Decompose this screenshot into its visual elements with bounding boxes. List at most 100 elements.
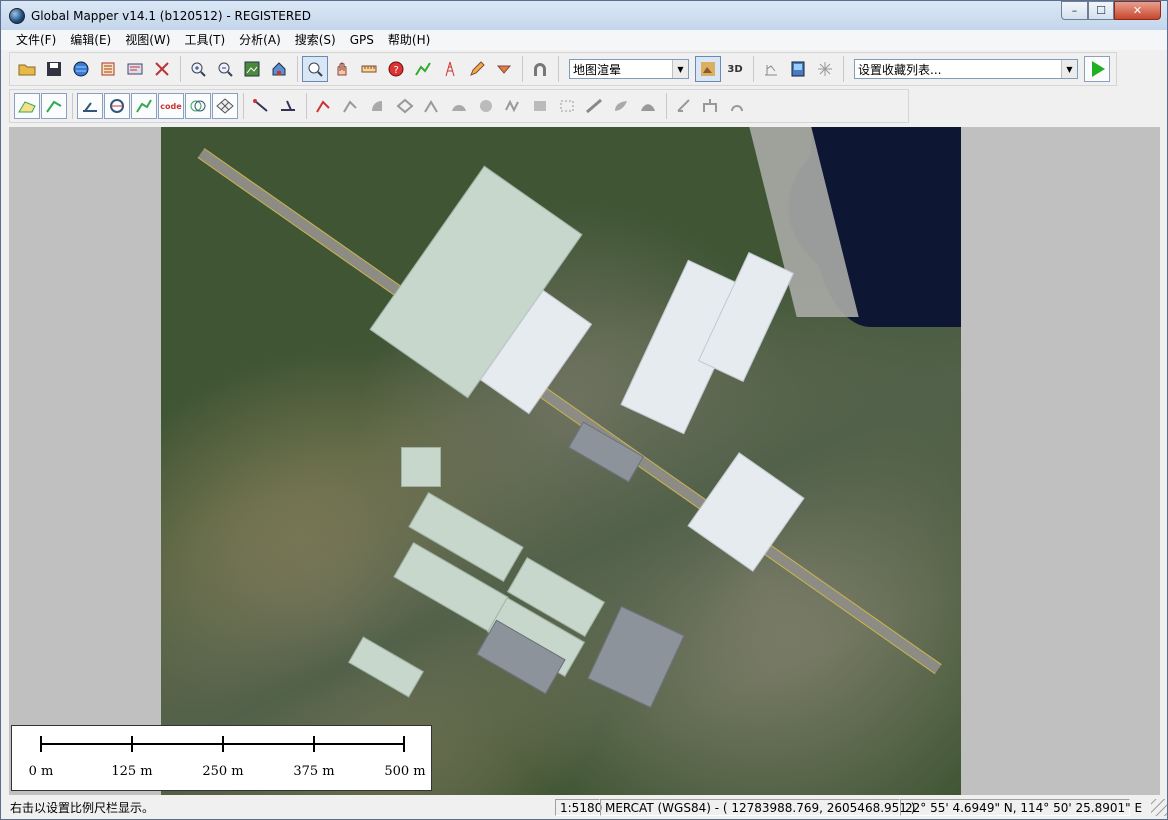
disabled-tool-d-icon[interactable]: [392, 93, 418, 119]
buffer-icon[interactable]: [185, 93, 211, 119]
network-icon[interactable]: [812, 56, 838, 82]
save-disk-icon[interactable]: [41, 56, 67, 82]
title-bar[interactable]: Global Mapper v14.1 (b120512) - REGISTER…: [1, 1, 1167, 30]
status-projection: MERCAT (WGS84) - ( 12783988.769, 2605468…: [600, 799, 915, 816]
minimize-button[interactable]: –: [1061, 1, 1088, 20]
disabled-tool-k-icon[interactable]: [581, 93, 607, 119]
play-icon: [1092, 61, 1105, 77]
toolbar-separator: [180, 56, 181, 82]
disabled-tool-a-icon[interactable]: [311, 93, 337, 119]
scale-label: 250 m: [202, 764, 244, 779]
chevron-down-icon[interactable]: ▼: [672, 60, 688, 78]
disabled-tool-m-icon[interactable]: [635, 93, 661, 119]
scale-tick: [131, 736, 133, 752]
scale-tick: [313, 736, 315, 752]
toolbar-separator: [666, 93, 667, 119]
run-favorite-button[interactable]: [1084, 56, 1110, 82]
scale-tick: [222, 736, 224, 752]
menu-search[interactable]: 搜索(S): [288, 30, 343, 50]
zoom-out-icon[interactable]: [212, 56, 238, 82]
toolbar-separator: [72, 93, 73, 119]
zoom-in-icon[interactable]: [185, 56, 211, 82]
config-icon[interactable]: [122, 56, 148, 82]
dropdown-tool-icon[interactable]: [491, 56, 517, 82]
home-icon[interactable]: [266, 56, 292, 82]
open-folder-icon[interactable]: [14, 56, 40, 82]
global-mapper-app-icon[interactable]: [9, 7, 25, 24]
factory-building: [348, 636, 424, 698]
elevation-icon[interactable]: [758, 56, 784, 82]
menu-view[interactable]: 视图(W): [118, 30, 177, 50]
tunnel-icon[interactable]: [527, 56, 553, 82]
split-icon[interactable]: [104, 93, 130, 119]
layer-control-icon[interactable]: [95, 56, 121, 82]
full-view-icon[interactable]: [239, 56, 265, 82]
close-button[interactable]: ✕: [1114, 1, 1161, 20]
scale-tick: [40, 736, 42, 752]
disabled-tool-p-icon[interactable]: [725, 93, 751, 119]
disabled-tool-h-icon[interactable]: [500, 93, 526, 119]
shader-icon[interactable]: [695, 56, 721, 82]
render-mode-value: 地图渲晕: [573, 62, 622, 77]
globe-icon[interactable]: [68, 56, 94, 82]
map-layout-icon[interactable]: [785, 56, 811, 82]
disabled-tool-l-icon[interactable]: [608, 93, 634, 119]
render-mode-combo[interactable]: 地图渲晕 ▼: [569, 59, 689, 79]
toolbar-separator: [522, 56, 523, 82]
status-geo-coordinates: 22° 55' 4.6949" N, 114° 50' 25.8901" E: [900, 799, 1142, 816]
menu-gps[interactable]: GPS: [343, 30, 381, 50]
factory-building: [401, 447, 441, 487]
scale-tick: [403, 736, 405, 752]
disabled-tool-e-icon[interactable]: [419, 93, 445, 119]
edit-line-icon[interactable]: [77, 93, 103, 119]
3d-path-icon[interactable]: [410, 56, 436, 82]
tower-icon[interactable]: [437, 56, 463, 82]
digitizer-toolbar: code: [9, 89, 909, 123]
status-message: 右击以设置比例尺栏显示。: [10, 801, 155, 815]
create-area-icon[interactable]: [14, 93, 40, 119]
vertex-icon[interactable]: [248, 93, 274, 119]
resize-grip[interactable]: [1151, 799, 1167, 816]
disabled-tool-o-icon[interactable]: [698, 93, 724, 119]
menu-tools[interactable]: 工具(T): [177, 30, 232, 50]
status-bar: 右击以设置比例尺栏显示。 1:5180 MERCAT (WGS84) - ( 1…: [1, 796, 1167, 819]
scale-label: 125 m: [111, 764, 153, 779]
code-icon[interactable]: code: [158, 93, 184, 119]
scale-label: 375 m: [293, 764, 335, 779]
disabled-tool-b-icon[interactable]: [338, 93, 364, 119]
scale-label: 0 m: [28, 764, 54, 779]
window-controls: – ☐ ✕: [1061, 1, 1161, 20]
join-icon[interactable]: [131, 93, 157, 119]
svg-text:?: ?: [394, 65, 399, 76]
code-label: code: [160, 101, 182, 111]
menu-bar: 文件(F) 编辑(E) 视图(W) 工具(T) 分析(A) 搜索(S) GPS …: [1, 30, 1167, 50]
pencil-icon[interactable]: [464, 56, 490, 82]
menu-edit[interactable]: 编辑(E): [63, 30, 118, 50]
3d-view-icon[interactable]: 3D: [722, 56, 748, 82]
toolbar-separator: [843, 56, 844, 82]
disabled-tool-i-icon[interactable]: [527, 93, 553, 119]
cut-icon[interactable]: [275, 93, 301, 119]
grid-icon[interactable]: [212, 93, 238, 119]
menu-help[interactable]: 帮助(H): [381, 30, 437, 50]
create-line-icon[interactable]: [41, 93, 67, 119]
app-window: Global Mapper v14.1 (b120512) - REGISTER…: [0, 0, 1168, 820]
pan-hand-icon[interactable]: [329, 56, 355, 82]
map-canvas[interactable]: 0 m 125 m 250 m 375 m 500 m: [9, 127, 1160, 795]
disabled-tool-g-icon[interactable]: [473, 93, 499, 119]
measure-icon[interactable]: [356, 56, 382, 82]
favorites-combo[interactable]: 设置收藏列表... ▼: [854, 59, 1078, 79]
disabled-tool-f-icon[interactable]: [446, 93, 472, 119]
window-title: Global Mapper v14.1 (b120512) - REGISTER…: [31, 8, 311, 23]
maximize-button[interactable]: ☐: [1088, 1, 1114, 20]
menu-analysis[interactable]: 分析(A): [232, 30, 288, 50]
disabled-tool-j-icon[interactable]: [554, 93, 580, 119]
menu-file[interactable]: 文件(F): [9, 30, 63, 50]
info-icon[interactable]: ?: [383, 56, 409, 82]
disabled-tool-c-icon[interactable]: [365, 93, 391, 119]
disabled-tool-n-icon[interactable]: [671, 93, 697, 119]
chevron-down-icon[interactable]: ▼: [1061, 60, 1077, 78]
scale-bar[interactable]: 0 m 125 m 250 m 375 m 500 m: [11, 725, 432, 791]
zoom-tool-icon[interactable]: [302, 56, 328, 82]
digitizer-icon[interactable]: [149, 56, 175, 82]
